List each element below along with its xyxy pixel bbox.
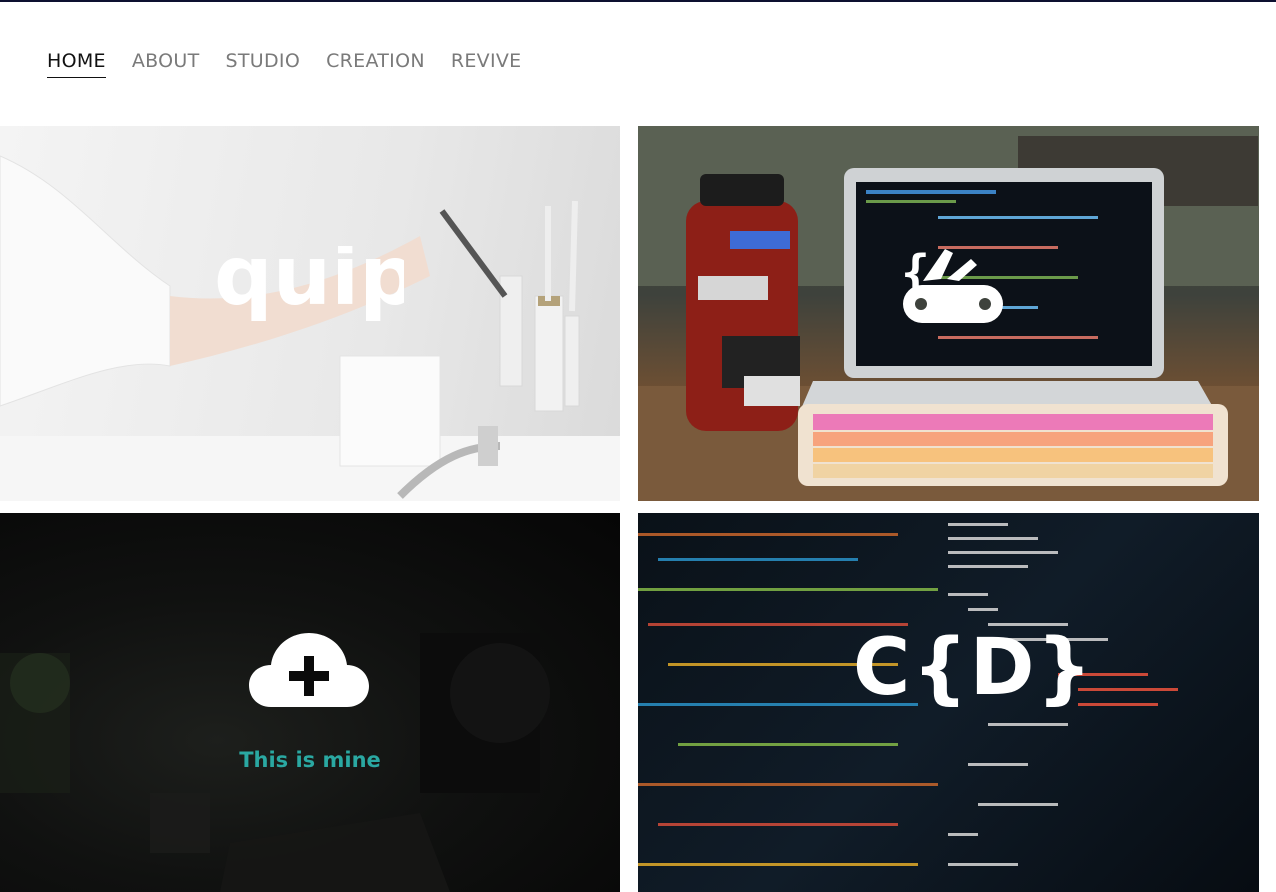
tile-caption: This is mine <box>239 748 381 772</box>
nav-about[interactable]: ABOUT <box>132 50 200 77</box>
project-tile-mine[interactable]: This is mine <box>0 513 620 892</box>
top-rule <box>0 0 1276 2</box>
main-nav: HOME ABOUT STUDIO CREATION REVIVE <box>47 50 547 78</box>
project-tile-cd[interactable]: C{D} <box>638 513 1259 892</box>
code-swiss-knife-icon: { <box>901 245 1003 323</box>
cloud-plus-icon <box>249 633 369 707</box>
nav-home[interactable]: HOME <box>47 50 106 78</box>
nav-creation[interactable]: CREATION <box>326 50 425 77</box>
svg-text:quip: quip <box>214 246 404 324</box>
project-tile-devtools[interactable]: { <box>638 126 1259 501</box>
project-tile-quip[interactable]: quip <box>0 126 620 501</box>
nav-revive[interactable]: REVIVE <box>451 50 522 77</box>
cd-logo: C{D} <box>853 623 1095 713</box>
quip-logo: quip <box>214 246 404 324</box>
nav-studio[interactable]: STUDIO <box>226 50 301 77</box>
